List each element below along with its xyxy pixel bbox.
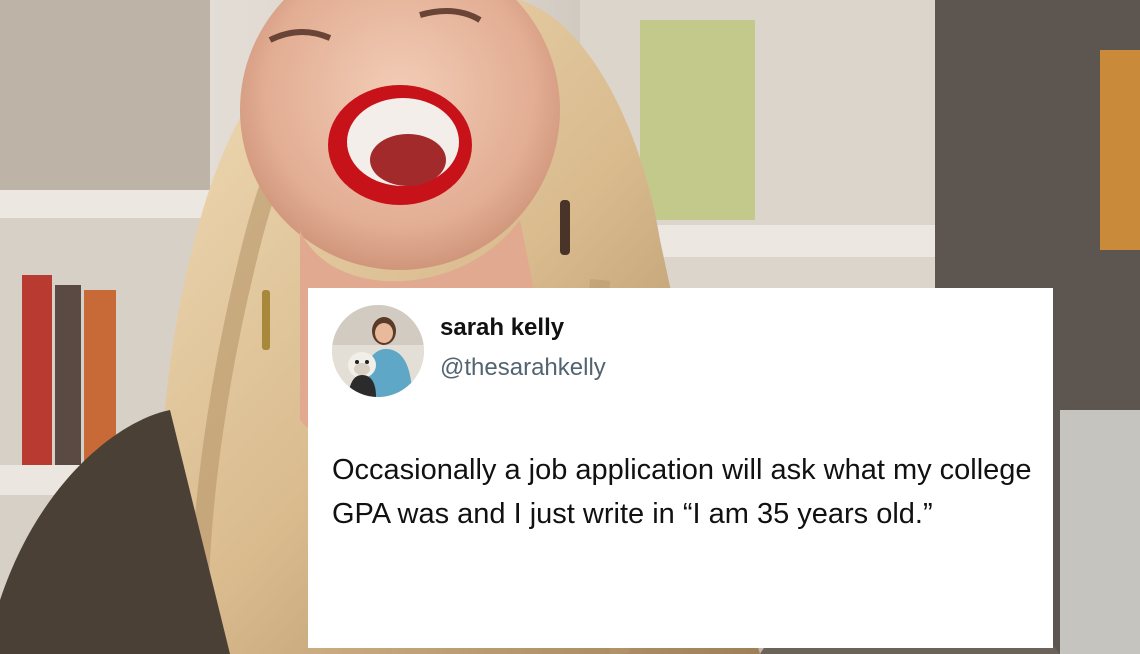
meme-image: sarah kelly @thesarahkelly Occasionally …	[0, 0, 1140, 654]
mouth-inside	[370, 134, 446, 186]
avatar-photo-icon	[332, 305, 424, 397]
user-handle[interactable]: @thesarahkelly	[440, 354, 606, 382]
orange-book-right	[1100, 50, 1140, 250]
tweet-text: Occasionally a job application will ask …	[332, 454, 1032, 530]
earring-right	[560, 200, 570, 255]
display-name[interactable]: sarah kelly	[440, 314, 564, 342]
green-book	[640, 20, 755, 220]
shelf-right-lower	[1060, 410, 1140, 654]
shelf-left-board	[0, 190, 210, 218]
tweet-card: sarah kelly @thesarahkelly Occasionally …	[308, 288, 1053, 648]
books-dark	[55, 285, 81, 465]
avatar[interactable]	[332, 305, 424, 397]
books-red	[22, 275, 52, 465]
shelf-left-top-section	[0, 0, 210, 190]
earring-left	[262, 290, 270, 350]
